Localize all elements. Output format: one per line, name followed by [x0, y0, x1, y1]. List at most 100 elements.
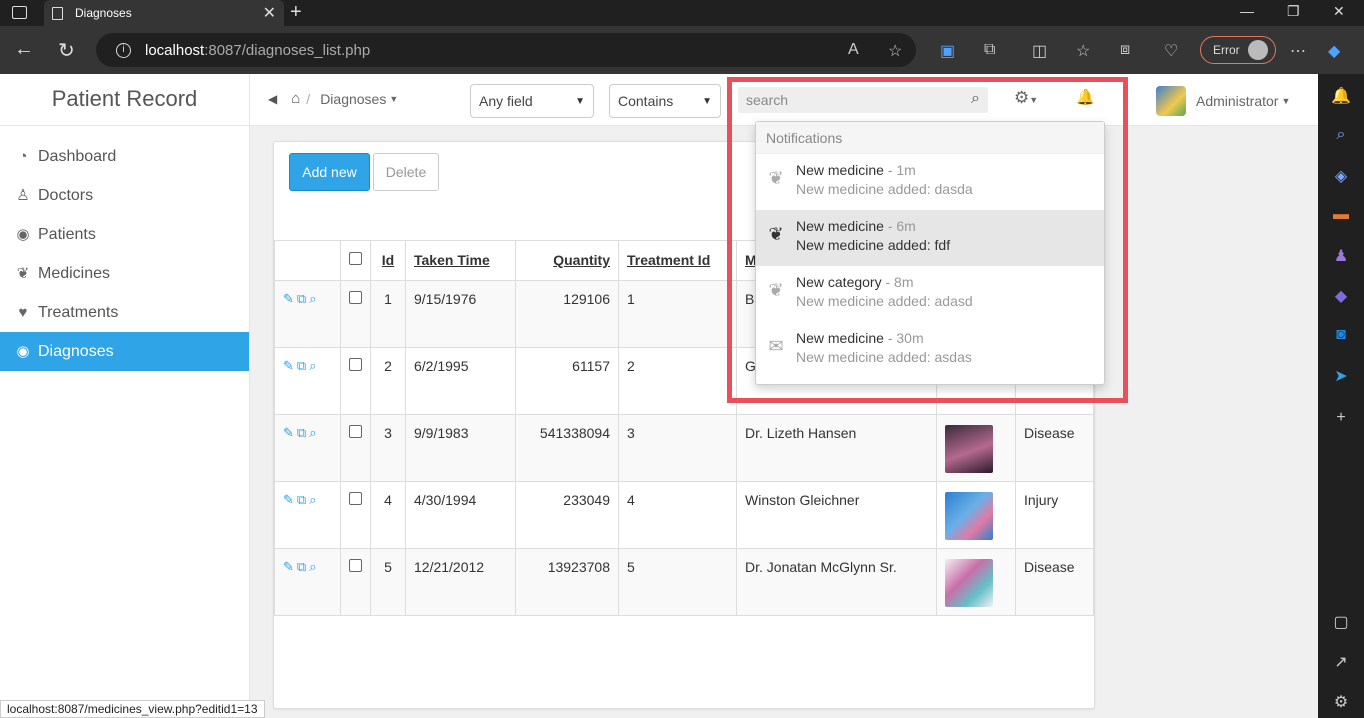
open-external-icon[interactable]: ↗ [1331, 652, 1351, 672]
copy-icon[interactable]: ⧉ [297, 291, 306, 306]
row-checkbox[interactable] [349, 358, 362, 371]
site-info-icon[interactable]: i [116, 42, 131, 58]
add-new-button[interactable]: Add new [289, 153, 370, 191]
cell-image [936, 548, 1016, 616]
view-icon[interactable]: ⌕ [309, 492, 316, 507]
user-menu[interactable]: Administrator ▼ [1156, 86, 1290, 116]
read-aloud-icon[interactable]: A [848, 41, 859, 59]
new-tab-icon[interactable]: + [290, 1, 302, 24]
gear-icon[interactable]: ⚙▼ [1014, 88, 1038, 108]
panel-sidebar-icon[interactable]: ▢ [1331, 612, 1351, 632]
edit-icon[interactable]: ✎ [283, 559, 294, 574]
sidebar-item-patients[interactable]: ◉ Patients [0, 215, 249, 254]
send-sidebar-icon[interactable]: ➤ [1331, 366, 1351, 386]
web-page: Patient Record ◔ Dashboard ♙ Doctors ◉ Pati… [0, 74, 1318, 718]
row-actions: ✎ ⧉ ⌕ [274, 414, 341, 482]
column-treatment-id[interactable]: Treatment Id [618, 240, 737, 281]
url-path: :8087/diagnoses_list.php [204, 41, 371, 59]
favorite-star-icon[interactable]: ☆ [888, 41, 902, 61]
close-window-icon[interactable]: ✕ [1333, 3, 1345, 20]
doctor-photo[interactable] [945, 425, 993, 473]
collections-icon[interactable]: ⧈ [1120, 41, 1130, 59]
extensions-icon[interactable]: ⧉ [984, 41, 995, 59]
notifications-header: Notifications [756, 122, 1104, 154]
row-checkbox[interactable] [349, 425, 362, 438]
brand-title[interactable]: Patient Record [0, 74, 249, 126]
doctor-photo[interactable] [945, 492, 993, 540]
sidebar-item-treatments[interactable]: ♥ Treatments [0, 293, 249, 332]
column-taken-time[interactable]: Taken Time [405, 240, 516, 281]
copy-icon[interactable]: ⧉ [297, 492, 306, 507]
view-icon[interactable]: ⌕ [309, 358, 316, 373]
search-sidebar-icon[interactable]: ⌕ [1331, 126, 1351, 146]
table-row[interactable]: ✎ ⧉ ⌕ 5 12/21/2012 13923708 5 Dr. Jonatan … [274, 548, 1094, 616]
close-tab-icon[interactable]: ✕ [263, 3, 276, 23]
row-select [340, 347, 371, 415]
minimize-icon[interactable]: — [1240, 3, 1254, 19]
add-sidebar-icon[interactable]: + [1331, 409, 1351, 429]
bell-icon[interactable]: 🔔 [1076, 88, 1095, 106]
favorites-icon[interactable]: ☆ [1076, 41, 1090, 61]
search-icon[interactable]: ⌕ [971, 90, 980, 108]
maximize-icon[interactable]: ❐ [1287, 3, 1300, 20]
view-icon[interactable]: ⌕ [309, 559, 316, 574]
profile-error-button[interactable]: Error [1200, 36, 1276, 64]
breadcrumb-diagnoses[interactable]: Diagnoses [320, 91, 386, 107]
search-operator-select[interactable]: Contains ▼ [609, 84, 721, 118]
collapse-sidebar-icon[interactable]: ◀ [268, 92, 277, 106]
edit-icon[interactable]: ✎ [283, 291, 294, 306]
notification-item[interactable]: ❦ New medicine - 6m New medicine added: … [756, 210, 1104, 266]
edit-icon[interactable]: ✎ [283, 492, 294, 507]
notification-time: - 30m [887, 330, 924, 346]
row-checkbox[interactable] [349, 291, 362, 304]
cell-taken-time: 12/21/2012 [405, 548, 516, 616]
table-row[interactable]: ✎ ⧉ ⌕ 3 9/9/1983 541338094 3 Dr. Lizeth Ha… [274, 414, 1094, 482]
sidebar-item-dashboard[interactable]: ◔ Dashboard [0, 137, 249, 176]
screenshot-icon[interactable]: ▣ [940, 41, 955, 61]
sidebar-item-diagnoses[interactable]: ◉ Diagnoses [0, 332, 249, 371]
health-icon[interactable]: ♡ [1164, 41, 1178, 61]
cell-quantity: 541338094 [515, 414, 619, 482]
notification-item[interactable]: ❦ New category - 8m New medicine added: … [756, 266, 1104, 322]
url-field[interactable]: i localhost:8087/diagnoses_list.php [96, 33, 916, 67]
bell-sidebar-icon[interactable]: 🔔 [1331, 86, 1351, 106]
doctor-photo[interactable] [945, 559, 993, 607]
view-icon[interactable]: ⌕ [309, 291, 316, 306]
copy-icon[interactable]: ⧉ [297, 559, 306, 574]
edit-icon[interactable]: ✎ [283, 425, 294, 440]
copy-icon[interactable]: ⧉ [297, 425, 306, 440]
back-icon[interactable]: ← [14, 38, 34, 61]
row-checkbox[interactable] [349, 492, 362, 505]
copilot-sidebar-icon[interactable]: ◆ [1331, 286, 1351, 306]
notification-item[interactable]: ✉ New medicine - 30m New medicine added:… [756, 322, 1104, 378]
search-field-select[interactable]: Any field ▼ [470, 84, 594, 118]
sidebar-item-doctors[interactable]: ♙ Doctors [0, 176, 249, 215]
column-id[interactable]: Id [370, 240, 406, 281]
row-checkbox[interactable] [349, 559, 362, 572]
delete-button[interactable]: Delete [373, 153, 439, 191]
tab-actions-icon[interactable] [12, 6, 27, 19]
row-actions: ✎ ⧉ ⌕ [274, 347, 341, 415]
table-row[interactable]: ✎ ⧉ ⌕ 4 4/30/1994 233049 4 Winston Gleichn… [274, 481, 1094, 549]
tag-sidebar-icon[interactable]: ◈ [1331, 166, 1351, 186]
settings-sidebar-icon[interactable]: ⚙ [1331, 692, 1351, 712]
copilot-icon[interactable]: ◆ [1328, 41, 1340, 61]
search-input[interactable]: search ⌕ [738, 87, 988, 113]
column-quantity[interactable]: Quantity [515, 240, 619, 281]
select-all-checkbox[interactable] [349, 252, 362, 265]
outlook-sidebar-icon[interactable]: ◙ [1331, 326, 1351, 346]
split-screen-icon[interactable]: ◫ [1032, 41, 1047, 61]
notification-title: New medicine [796, 330, 884, 346]
copy-icon[interactable]: ⧉ [297, 358, 306, 373]
browser-tab[interactable]: Diagnoses ✕ [44, 0, 284, 26]
sidebar-item-medicines[interactable]: ❦ Medicines [0, 254, 249, 293]
more-options-icon[interactable]: ⋯ [1290, 41, 1306, 61]
home-icon[interactable]: ⌂ [291, 90, 300, 107]
toolbox-sidebar-icon[interactable]: ▬ [1331, 206, 1351, 226]
games-sidebar-icon[interactable]: ♟ [1331, 246, 1351, 266]
refresh-icon[interactable]: ↻ [58, 38, 75, 63]
cell-doctor: Dr. Lizeth Hansen [736, 414, 937, 482]
view-icon[interactable]: ⌕ [309, 425, 316, 440]
edit-icon[interactable]: ✎ [283, 358, 294, 373]
notification-item[interactable]: ❦ New medicine - 1m New medicine added: … [756, 154, 1104, 210]
